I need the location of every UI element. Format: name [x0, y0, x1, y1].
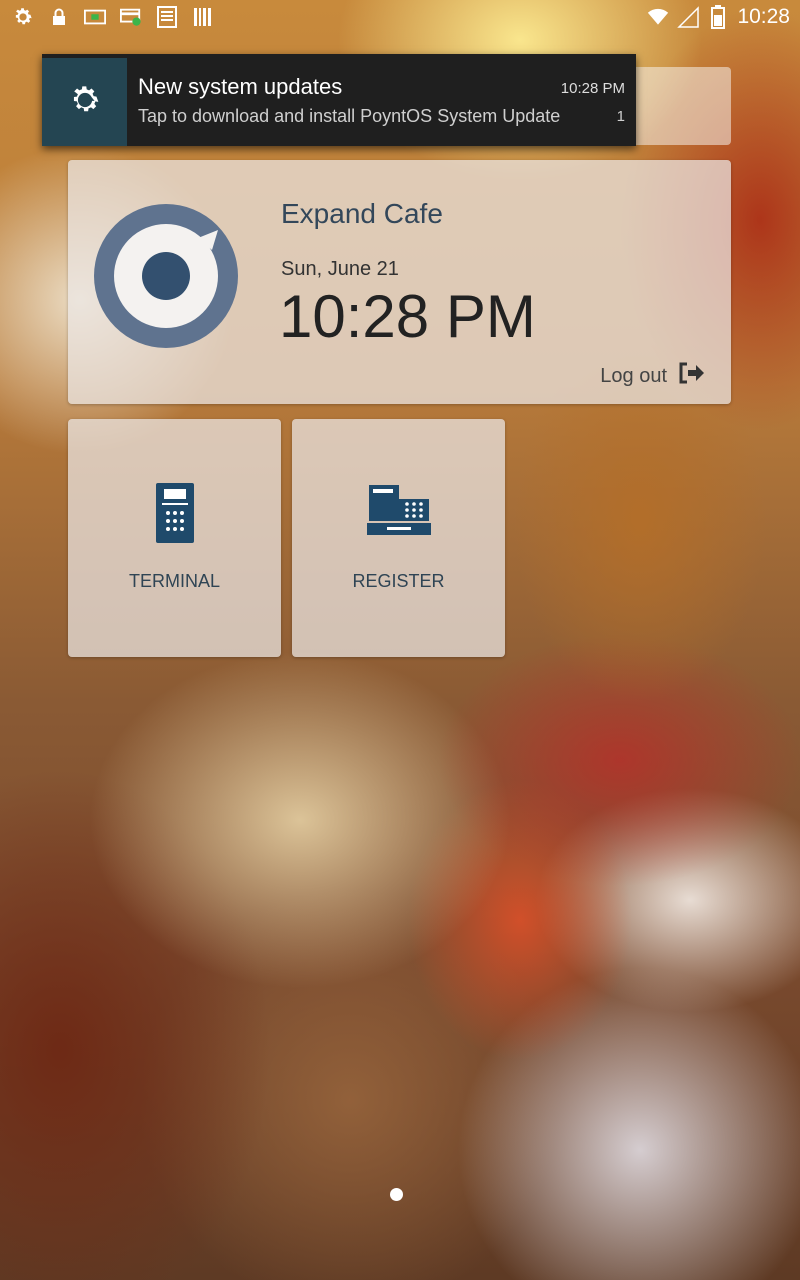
- status-time: 10:28: [737, 5, 790, 28]
- barcode-icon: [192, 6, 214, 28]
- register-label: REGISTER: [352, 571, 445, 591]
- merchant-name: Expand Cafe: [281, 198, 443, 229]
- terminal-label: TERMINAL: [128, 571, 220, 591]
- notification-icon-box: [42, 58, 127, 146]
- current-time: 10:28 PM: [279, 283, 536, 350]
- notification-title: New system updates: [138, 74, 343, 99]
- battery-icon: [707, 5, 729, 29]
- notification-count: 1: [616, 108, 625, 125]
- terminal-icon: [155, 483, 194, 547]
- system-update-icon: [68, 83, 102, 121]
- logout-label: Log out: [600, 364, 667, 387]
- card-check-icon: [120, 6, 142, 28]
- notification-text: Tap to download and install PoyntOS Syst…: [138, 106, 561, 126]
- settings-icon: [12, 6, 34, 28]
- current-date: Sun, June 21: [281, 258, 399, 280]
- payment-terminal-icon: [84, 6, 106, 28]
- status-bar: 10:28: [0, 0, 800, 34]
- receipt-icon: [156, 6, 178, 28]
- logout-icon: [677, 361, 705, 391]
- cash-register-icon: [366, 483, 431, 541]
- notification-time: 10:28 PM: [560, 80, 625, 97]
- register-tile[interactable]: REGISTER: [292, 419, 505, 657]
- wifi-icon: [647, 6, 669, 28]
- merchant-card: Expand Cafe Sun, June 21 10:28 PM Log ou…: [68, 160, 731, 404]
- system-update-notification[interactable]: New system updates 10:28 PM Tap to downl…: [42, 54, 636, 146]
- lock-icon: [48, 6, 70, 28]
- page-indicator-dot: [390, 1188, 403, 1201]
- signal-icon: [677, 6, 700, 28]
- logout-button[interactable]: Log out: [600, 361, 705, 391]
- terminal-tile[interactable]: TERMINAL: [68, 419, 281, 657]
- poynt-logo: [94, 204, 238, 348]
